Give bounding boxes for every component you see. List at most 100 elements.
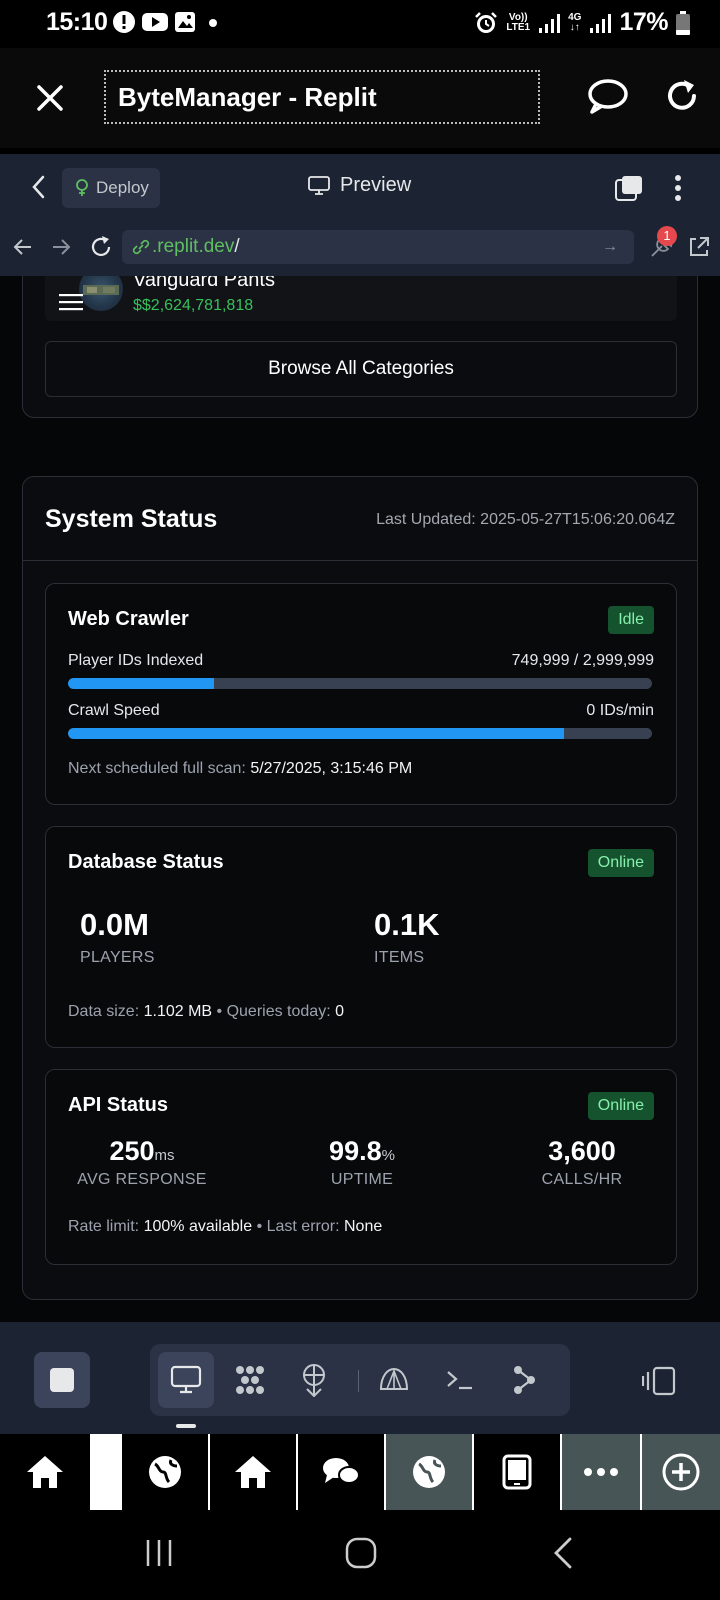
top-items-card: Vanguard Pants $$2,624,781,818 Browse Al…	[22, 276, 698, 418]
terminal-icon	[447, 1371, 472, 1390]
replit-bottom-toolbar	[0, 1322, 720, 1434]
panels-icon[interactable]	[642, 1366, 676, 1396]
alert-icon	[113, 11, 135, 33]
app-preview: Vanguard Pants $$2,624,781,818 Browse Al…	[0, 276, 720, 1322]
items-count: 0.1K	[374, 907, 440, 942]
chat-icon[interactable]	[586, 76, 630, 116]
home-app-button[interactable]	[0, 1434, 92, 1510]
tool-switcher	[150, 1344, 570, 1416]
browser-title-bar: ByteManager - Replit	[0, 48, 720, 148]
open-external-icon[interactable]	[686, 234, 712, 260]
android-status-bar: 15:10 Vo)) LTE1 4G ↓↑ 17%	[0, 0, 720, 48]
chat-bubbles-icon	[323, 1458, 360, 1484]
speed-progress-fill	[68, 728, 565, 739]
page-title-field[interactable]: ByteManager - Replit	[104, 70, 540, 124]
system-status-card: System Status Last Updated: 2025-05-27T1…	[22, 476, 698, 1300]
deploy-label: Deploy	[96, 178, 149, 197]
globe-icon	[413, 1456, 445, 1488]
url-input[interactable]: .replit.dev / →	[122, 230, 634, 264]
players-count: 0.0M	[80, 907, 149, 942]
preview-tab[interactable]: Preview	[308, 174, 411, 197]
speed-progress-bar	[68, 728, 652, 739]
back-chevron-icon[interactable]	[26, 172, 52, 202]
deploy-icon	[303, 1364, 325, 1397]
page-title: ByteManager - Replit	[118, 81, 377, 112]
database-title: Database Status	[68, 851, 224, 873]
volte-indicator: Vo)) LTE1	[506, 11, 531, 33]
item-price: $$2,624,781,818	[133, 297, 254, 314]
nav-forward-icon[interactable]	[48, 234, 74, 260]
speed-value: 0 IDs/min	[586, 702, 654, 719]
web-crawler-panel: Web Crawler Idle Player IDs Indexed 749,…	[45, 583, 677, 805]
nav-back-icon[interactable]	[10, 234, 36, 260]
dot-icon	[209, 19, 217, 27]
url-path: /	[234, 236, 240, 257]
console-tool-button[interactable]	[432, 1352, 488, 1408]
home-icon	[27, 1456, 63, 1488]
browser-app-button[interactable]	[122, 1434, 210, 1510]
gallery-icon	[175, 12, 195, 32]
deploy-icon	[76, 179, 88, 196]
menu-icon[interactable]	[59, 293, 83, 311]
deploy-button[interactable]: Deploy	[62, 168, 160, 208]
close-icon[interactable]	[30, 78, 70, 118]
monitor-icon	[308, 175, 330, 195]
windows-icon[interactable]	[614, 174, 644, 202]
avg-response-metric: 250ms AVG RESPONSE	[77, 1136, 207, 1188]
globe-icon	[149, 1456, 181, 1488]
tablet-app-button[interactable]	[474, 1434, 562, 1510]
url-host: .replit.dev	[152, 236, 235, 257]
git-tool-button[interactable]	[496, 1352, 552, 1408]
tablet-icon	[502, 1454, 532, 1490]
shell-tool-button[interactable]	[366, 1352, 422, 1408]
preview-tool-button[interactable]	[158, 1352, 214, 1408]
back-icon[interactable]	[548, 1536, 578, 1570]
preview-label: Preview	[340, 174, 412, 196]
add-circle-icon	[662, 1453, 700, 1491]
browse-categories-button[interactable]: Browse All Categories	[45, 341, 677, 397]
more-horizontal-icon	[584, 1468, 618, 1476]
recent-apps-icon[interactable]	[144, 1538, 174, 1568]
signal-icon	[539, 13, 561, 33]
refresh-icon[interactable]	[88, 234, 114, 260]
list-item[interactable]: Vanguard Pants $$2,624,781,818	[45, 276, 677, 321]
link-icon	[132, 239, 150, 255]
indexed-progress-bar	[68, 678, 652, 689]
home-button-icon[interactable]	[344, 1536, 378, 1570]
add-app-button[interactable]	[642, 1434, 720, 1510]
system-status-title: System Status	[45, 505, 218, 533]
item-thumbnail	[79, 276, 123, 311]
git-icon	[514, 1366, 535, 1394]
alarm-icon	[475, 11, 498, 33]
indexed-label: Player IDs Indexed	[68, 652, 204, 669]
indexed-value: 749,999 / 2,999,999	[511, 652, 654, 669]
items-label: ITEMS	[374, 949, 425, 966]
go-arrow-icon[interactable]: →	[602, 238, 618, 256]
deploy-tool-button[interactable]	[286, 1352, 342, 1408]
browser-app-button[interactable]	[386, 1434, 474, 1510]
monitor-icon	[170, 1365, 202, 1394]
next-scan: Next scheduled full scan: 5/27/2025, 3:1…	[68, 760, 413, 777]
players-label: PLAYERS	[80, 949, 155, 966]
uptime-metric: 99.8% UPTIME	[329, 1136, 395, 1188]
messages-app-button[interactable]	[298, 1434, 386, 1510]
stop-button[interactable]	[34, 1352, 90, 1408]
item-name: Vanguard Pants	[133, 276, 275, 291]
battery-icon	[676, 10, 690, 35]
more-vertical-icon[interactable]	[664, 172, 692, 204]
notification-badge: 1	[657, 226, 677, 246]
app-tab-sliver[interactable]	[92, 1434, 122, 1510]
clock: 15:10	[46, 8, 108, 36]
app-taskbar	[0, 1434, 720, 1510]
agent-icon	[236, 1366, 264, 1394]
more-apps-button[interactable]	[562, 1434, 642, 1510]
agent-tool-button[interactable]	[222, 1352, 278, 1408]
crawler-title: Web Crawler	[68, 608, 189, 630]
indexed-progress-fill	[68, 678, 214, 689]
home-app-button[interactable]	[210, 1434, 298, 1510]
status-badge: Online	[587, 1092, 654, 1120]
api-footer: Rate limit: 100% available • Last error:…	[68, 1218, 383, 1235]
database-footer: Data size: 1.102 MB • Queries today: 0	[68, 1003, 344, 1020]
status-badge: Idle	[608, 606, 654, 634]
reload-icon[interactable]	[662, 76, 702, 116]
